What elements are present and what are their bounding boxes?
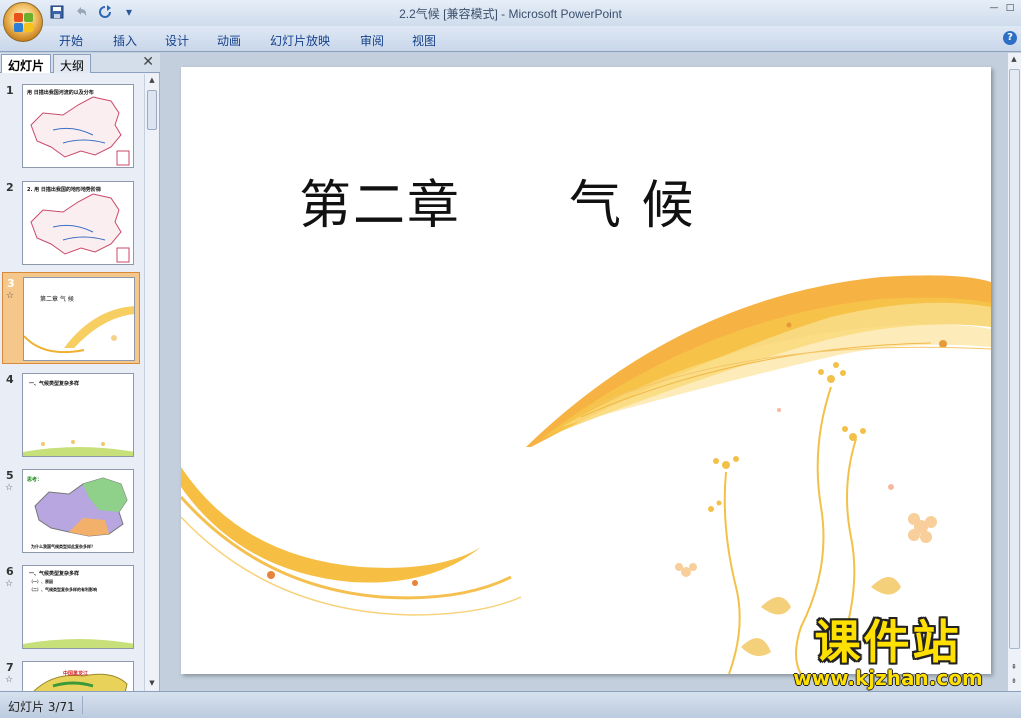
slide-thumbnail[interactable]: 2 2. 用 日描出我国的地形地势阶梯 bbox=[2, 177, 140, 269]
watermark-url: www.kjzhan.com bbox=[793, 666, 983, 690]
slides-pane: 幻灯片 大纲 ✕ 1 用 日描出我国河流的以及分布 2 2. 用 日描出我国的地… bbox=[0, 53, 160, 691]
watermark-text: 课件站 bbox=[814, 615, 962, 669]
slide-background-decoration bbox=[181, 275, 991, 674]
slide-number: 6 bbox=[6, 565, 14, 578]
thumbnail-preview: 用 日描出我国河流的以及分布 bbox=[22, 84, 134, 168]
slide-thumbnail[interactable]: 1 用 日描出我国河流的以及分布 bbox=[2, 80, 140, 172]
thumbnail-preview: 第二章 气 候 bbox=[23, 277, 135, 361]
thumbnail-caption-2: 为什么我国气候类型如此复杂多样？ bbox=[31, 544, 95, 549]
editor-scrollbar[interactable]: ▲ ⇞ ⇟ bbox=[1007, 53, 1021, 691]
scroll-up-icon[interactable]: ▲ bbox=[147, 76, 157, 86]
pane-tabs: 幻灯片 大纲 ✕ bbox=[0, 53, 160, 73]
thumbnail-scrollbar[interactable]: ▲ ▼ bbox=[144, 74, 159, 691]
thumbnail-preview: 一、气候类型复杂多样 bbox=[22, 373, 134, 457]
animation-star-icon: ☆ bbox=[6, 291, 15, 301]
scroll-thumb[interactable] bbox=[1009, 69, 1020, 649]
china-map-icon bbox=[30, 193, 130, 263]
scroll-thumb[interactable] bbox=[147, 90, 157, 130]
tab-slideshow[interactable]: 幻灯片放映 bbox=[270, 32, 330, 49]
next-slide-icon[interactable]: ⇟ bbox=[1009, 677, 1019, 687]
current-slide[interactable]: 第二章 气 候 bbox=[181, 67, 991, 674]
slide-number: 2 bbox=[6, 181, 14, 194]
slide-title[interactable]: 第二章 气 候 bbox=[299, 163, 696, 238]
footer-decoration-icon bbox=[23, 440, 133, 456]
tab-outline[interactable]: 大纲 bbox=[53, 54, 92, 73]
close-pane-icon[interactable]: ✕ bbox=[142, 54, 154, 70]
swoosh-decoration-icon bbox=[24, 306, 134, 354]
help-icon[interactable]: ? bbox=[1003, 31, 1017, 45]
prev-slide-icon[interactable]: ⇞ bbox=[1009, 663, 1019, 673]
thumbnail-preview: 中国黑龙江 bbox=[22, 661, 134, 691]
tab-design[interactable]: 设计 bbox=[165, 32, 189, 49]
office-logo-icon bbox=[14, 13, 34, 33]
tab-view[interactable]: 视图 bbox=[412, 32, 436, 49]
watermark-logo: 课件站 www.kjzhan.com bbox=[768, 617, 1008, 693]
animation-star-icon: ☆ bbox=[5, 483, 14, 493]
thumbnail-caption: 思考： bbox=[27, 477, 43, 483]
scroll-down-icon[interactable]: ▼ bbox=[147, 679, 157, 689]
slide-editor: 第二章 气 候 bbox=[163, 53, 1006, 691]
tab-review[interactable]: 审阅 bbox=[360, 32, 384, 49]
footer-decoration-icon bbox=[23, 639, 133, 648]
minimize-icon[interactable]: — bbox=[987, 1, 1001, 15]
slide-number: 1 bbox=[6, 84, 14, 97]
thumbnail-preview: 2. 用 日描出我国的地形地势阶梯 bbox=[22, 181, 134, 265]
animation-star-icon: ☆ bbox=[5, 579, 14, 589]
slide-thumbnail-selected[interactable]: 3 ☆ 第二章 气 候 bbox=[2, 272, 140, 364]
slide-thumbnail[interactable]: 5 ☆ 思考： 为什么我国气候类型如此复杂多样？ bbox=[2, 465, 140, 557]
slide-thumbnail[interactable]: 4 一、气候类型复杂多样 bbox=[2, 369, 140, 461]
title-bar: ▾ 2.2气候 [兼容模式] - Microsoft PowerPoint — … bbox=[0, 0, 1021, 26]
slide-number: 5 bbox=[6, 469, 14, 482]
slide-number: 3 bbox=[7, 277, 15, 290]
thumbnail-caption: 中国黑龙江 bbox=[63, 671, 89, 677]
office-button[interactable] bbox=[3, 2, 43, 42]
animation-star-icon: ☆ bbox=[5, 675, 14, 685]
thumbnail-list: 1 用 日描出我国河流的以及分布 2 2. 用 日描出我国的地形地势阶梯 3 ☆… bbox=[0, 74, 143, 691]
slide-thumbnail[interactable]: 6 ☆ 一、气候类型复杂多样 （一）、原因 （二）、气候类型复杂多样的有利影响 bbox=[2, 561, 140, 653]
ribbon-tabs: 开始 插入 设计 动画 幻灯片放映 审阅 视图 ? bbox=[0, 26, 1021, 52]
status-divider bbox=[82, 696, 83, 714]
status-bar: 幻灯片 3/71 bbox=[0, 691, 1021, 718]
slide-number: 4 bbox=[6, 373, 14, 386]
window-title: 2.2气候 [兼容模式] - Microsoft PowerPoint bbox=[399, 7, 622, 21]
window-controls: — □ bbox=[987, 1, 1017, 15]
thumbnail-preview: 一、气候类型复杂多样 （一）、原因 （二）、气候类型复杂多样的有利影响 bbox=[22, 565, 134, 649]
slide-number: 7 bbox=[6, 661, 14, 674]
thumbnail-preview: 思考： 为什么我国气候类型如此复杂多样？ bbox=[22, 469, 134, 553]
slide-counter: 幻灯片 3/71 bbox=[8, 700, 75, 714]
tab-slides[interactable]: 幻灯片 bbox=[1, 54, 52, 73]
china-map-icon bbox=[30, 96, 130, 166]
scroll-up-icon[interactable]: ▲ bbox=[1009, 55, 1019, 65]
slide-thumbnail[interactable]: 7 ☆ 中国黑龙江 bbox=[2, 657, 140, 691]
tab-insert[interactable]: 插入 bbox=[113, 32, 137, 49]
tab-home[interactable]: 开始 bbox=[59, 32, 83, 49]
tab-animations[interactable]: 动画 bbox=[217, 32, 241, 49]
maximize-icon[interactable]: □ bbox=[1003, 1, 1017, 15]
